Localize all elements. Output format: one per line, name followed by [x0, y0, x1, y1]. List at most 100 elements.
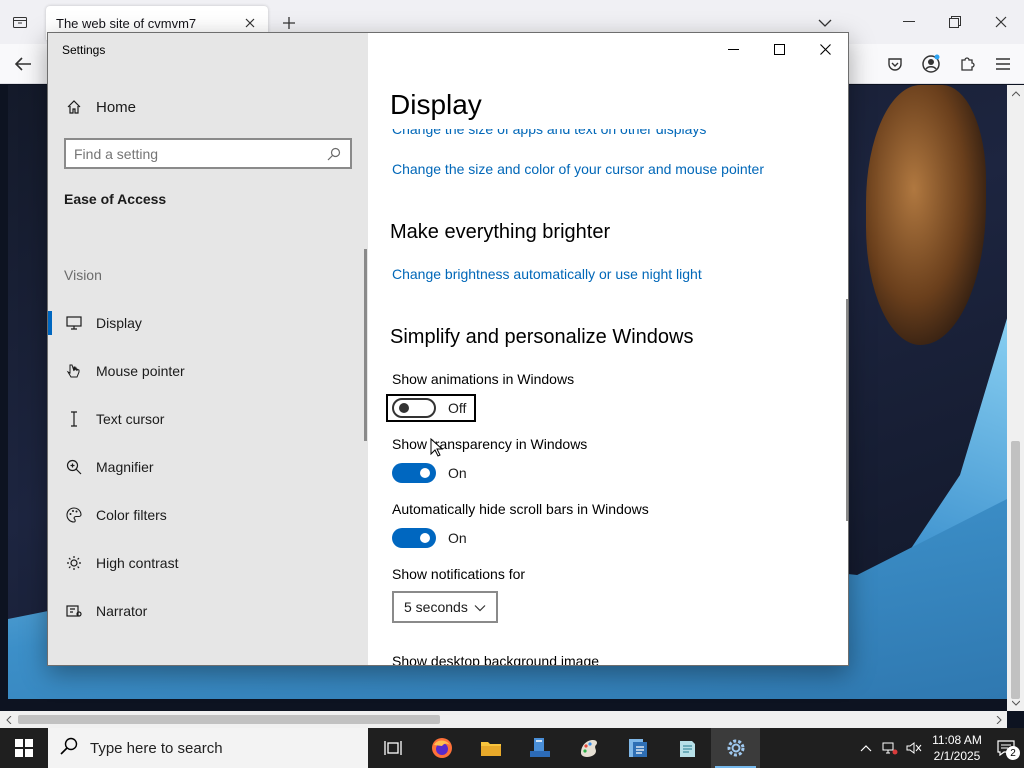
firefox-icon[interactable] — [417, 728, 466, 768]
desktop-background-label: Show desktop background image — [392, 653, 600, 665]
heading-make-brighter: Make everything brighter — [390, 221, 611, 243]
notifications-duration-select[interactable]: 5 seconds — [392, 591, 498, 623]
scroll-right-icon[interactable] — [990, 711, 1007, 728]
search-input[interactable] — [74, 145, 326, 162]
chevron-down-icon[interactable] — [814, 12, 836, 34]
scrollbars-toggle[interactable] — [392, 528, 436, 548]
back-arrow-icon[interactable] — [10, 52, 36, 76]
taskbar-search-box[interactable]: Type here to search — [48, 728, 368, 768]
clock-date: 2/1/2025 — [933, 749, 981, 763]
settings-sidebar: Settings Home Ease of Access Vision Disp… — [48, 33, 368, 665]
monitor-icon — [66, 315, 82, 331]
account-icon[interactable] — [918, 52, 944, 76]
scroll-up-icon[interactable] — [1007, 85, 1024, 102]
scrollbar-thumb[interactable] — [18, 715, 440, 724]
sidebar-item-label: Display — [96, 315, 142, 331]
restore-icon[interactable] — [932, 0, 978, 44]
mouse-pointer-icon — [66, 363, 82, 379]
sidebar-item-magnifier[interactable]: Magnifier — [48, 447, 364, 487]
new-tab-icon[interactable] — [278, 12, 300, 34]
mouse-cursor-icon — [430, 438, 444, 457]
scrollbar-thumb[interactable] — [1011, 441, 1020, 699]
search-icon — [60, 737, 78, 759]
sidebar-item-home[interactable]: Home — [48, 91, 368, 123]
menu-icon[interactable] — [990, 52, 1016, 76]
magnifier-icon — [66, 459, 82, 475]
narrator-icon — [66, 603, 82, 619]
page-vertical-scrollbar[interactable] — [1007, 85, 1024, 711]
sidebar-item-label: Text cursor — [96, 411, 165, 427]
taskbar-search-placeholder: Type here to search — [90, 739, 223, 757]
close-tab-icon[interactable] — [242, 15, 258, 31]
paint-icon[interactable] — [564, 728, 613, 768]
settings-app-icon[interactable] — [711, 728, 760, 768]
home-label: Home — [96, 98, 137, 116]
document-app-icon[interactable] — [613, 728, 662, 768]
sidebar-scrollbar[interactable] — [364, 249, 367, 441]
clock-time: 11:08 AM — [932, 733, 982, 747]
sidebar-item-mouse-pointer[interactable]: Mouse pointer — [48, 351, 364, 391]
link-brightness[interactable]: Change brightness automatically or use n… — [392, 266, 702, 282]
tab-title: The web site of cvmvm7 — [56, 15, 197, 31]
scroll-left-icon[interactable] — [0, 711, 17, 728]
transparency-toggle-row[interactable]: On — [392, 462, 467, 484]
sidebar-item-high-contrast[interactable]: High contrast — [48, 543, 364, 583]
close-icon[interactable] — [978, 0, 1024, 44]
page-horizontal-scrollbar[interactable] — [0, 711, 1007, 728]
system-tray: 11:08 AM 2/1/2025 2 — [854, 728, 1024, 768]
scrollbars-label: Automatically hide scroll bars in Window… — [392, 501, 649, 517]
scroll-down-icon[interactable] — [1007, 694, 1024, 711]
heading-simplify: Simplify and personalize Windows — [390, 326, 694, 348]
notification-count-badge: 2 — [1006, 746, 1020, 760]
animations-toggle-row[interactable]: Off — [392, 397, 466, 419]
minimize-icon[interactable] — [886, 0, 932, 44]
text-cursor-icon — [66, 411, 82, 427]
notepad-app-icon[interactable] — [662, 728, 711, 768]
sidebar-item-display[interactable]: Display — [48, 303, 364, 343]
link-apps-text-size[interactable]: Change the size of apps and text on othe… — [392, 129, 706, 137]
close-icon[interactable] — [802, 33, 848, 65]
notifications-label: Show notifications for — [392, 566, 526, 582]
sidebar-item-label: Mouse pointer — [96, 363, 185, 379]
sidebar-item-text-cursor[interactable]: Text cursor — [48, 399, 364, 439]
action-center-icon[interactable]: 2 — [988, 728, 1024, 768]
link-cursor-pointer[interactable]: Change the size and color of your cursor… — [392, 161, 764, 177]
section-title: Ease of Access — [64, 191, 167, 207]
search-icon[interactable] — [326, 146, 342, 162]
network-app-icon[interactable] — [515, 728, 564, 768]
pocket-icon[interactable] — [882, 52, 908, 76]
tab-list-icon[interactable] — [8, 10, 32, 34]
window-title: Settings — [62, 43, 106, 57]
task-view-icon[interactable] — [368, 728, 417, 768]
scrollbars-toggle-row[interactable]: On — [392, 527, 467, 549]
animations-label: Show animations in Windows — [392, 371, 575, 387]
home-icon — [66, 99, 82, 115]
chevron-up-icon[interactable] — [854, 728, 878, 768]
minimize-icon[interactable] — [710, 33, 756, 65]
animations-toggle[interactable] — [392, 398, 436, 418]
animal-fur — [866, 85, 986, 345]
maximize-icon[interactable] — [756, 33, 802, 65]
sidebar-item-label: High contrast — [96, 555, 179, 571]
extensions-icon[interactable] — [954, 52, 980, 76]
taskbar: Type here to search 11:08 AM 2/1/2025 2 — [0, 728, 1024, 768]
settings-window: Settings Home Ease of Access Vision Disp… — [47, 32, 849, 666]
content-scrollbar[interactable] — [846, 299, 848, 521]
sun-icon — [66, 555, 82, 571]
sidebar-item-label: Magnifier — [96, 459, 154, 475]
group-label: Vision — [64, 267, 102, 283]
transparency-toggle[interactable] — [392, 463, 436, 483]
network-icon[interactable] — [878, 728, 902, 768]
sidebar-item-narrator[interactable]: Narrator — [48, 591, 364, 631]
find-setting-search[interactable] — [64, 138, 352, 169]
settings-content: Change the size of apps and text on othe… — [368, 33, 848, 665]
select-value: 5 seconds — [404, 599, 468, 615]
volume-muted-icon[interactable] — [902, 728, 926, 768]
clock[interactable]: 11:08 AM 2/1/2025 — [926, 732, 988, 764]
windows-start-icon[interactable] — [0, 728, 48, 768]
file-explorer-icon[interactable] — [466, 728, 515, 768]
chevron-down-icon — [474, 599, 486, 615]
page-title: Display — [390, 89, 482, 123]
sidebar-item-color-filters[interactable]: Color filters — [48, 495, 364, 535]
transparency-label: Show transparency in Windows — [392, 436, 588, 452]
